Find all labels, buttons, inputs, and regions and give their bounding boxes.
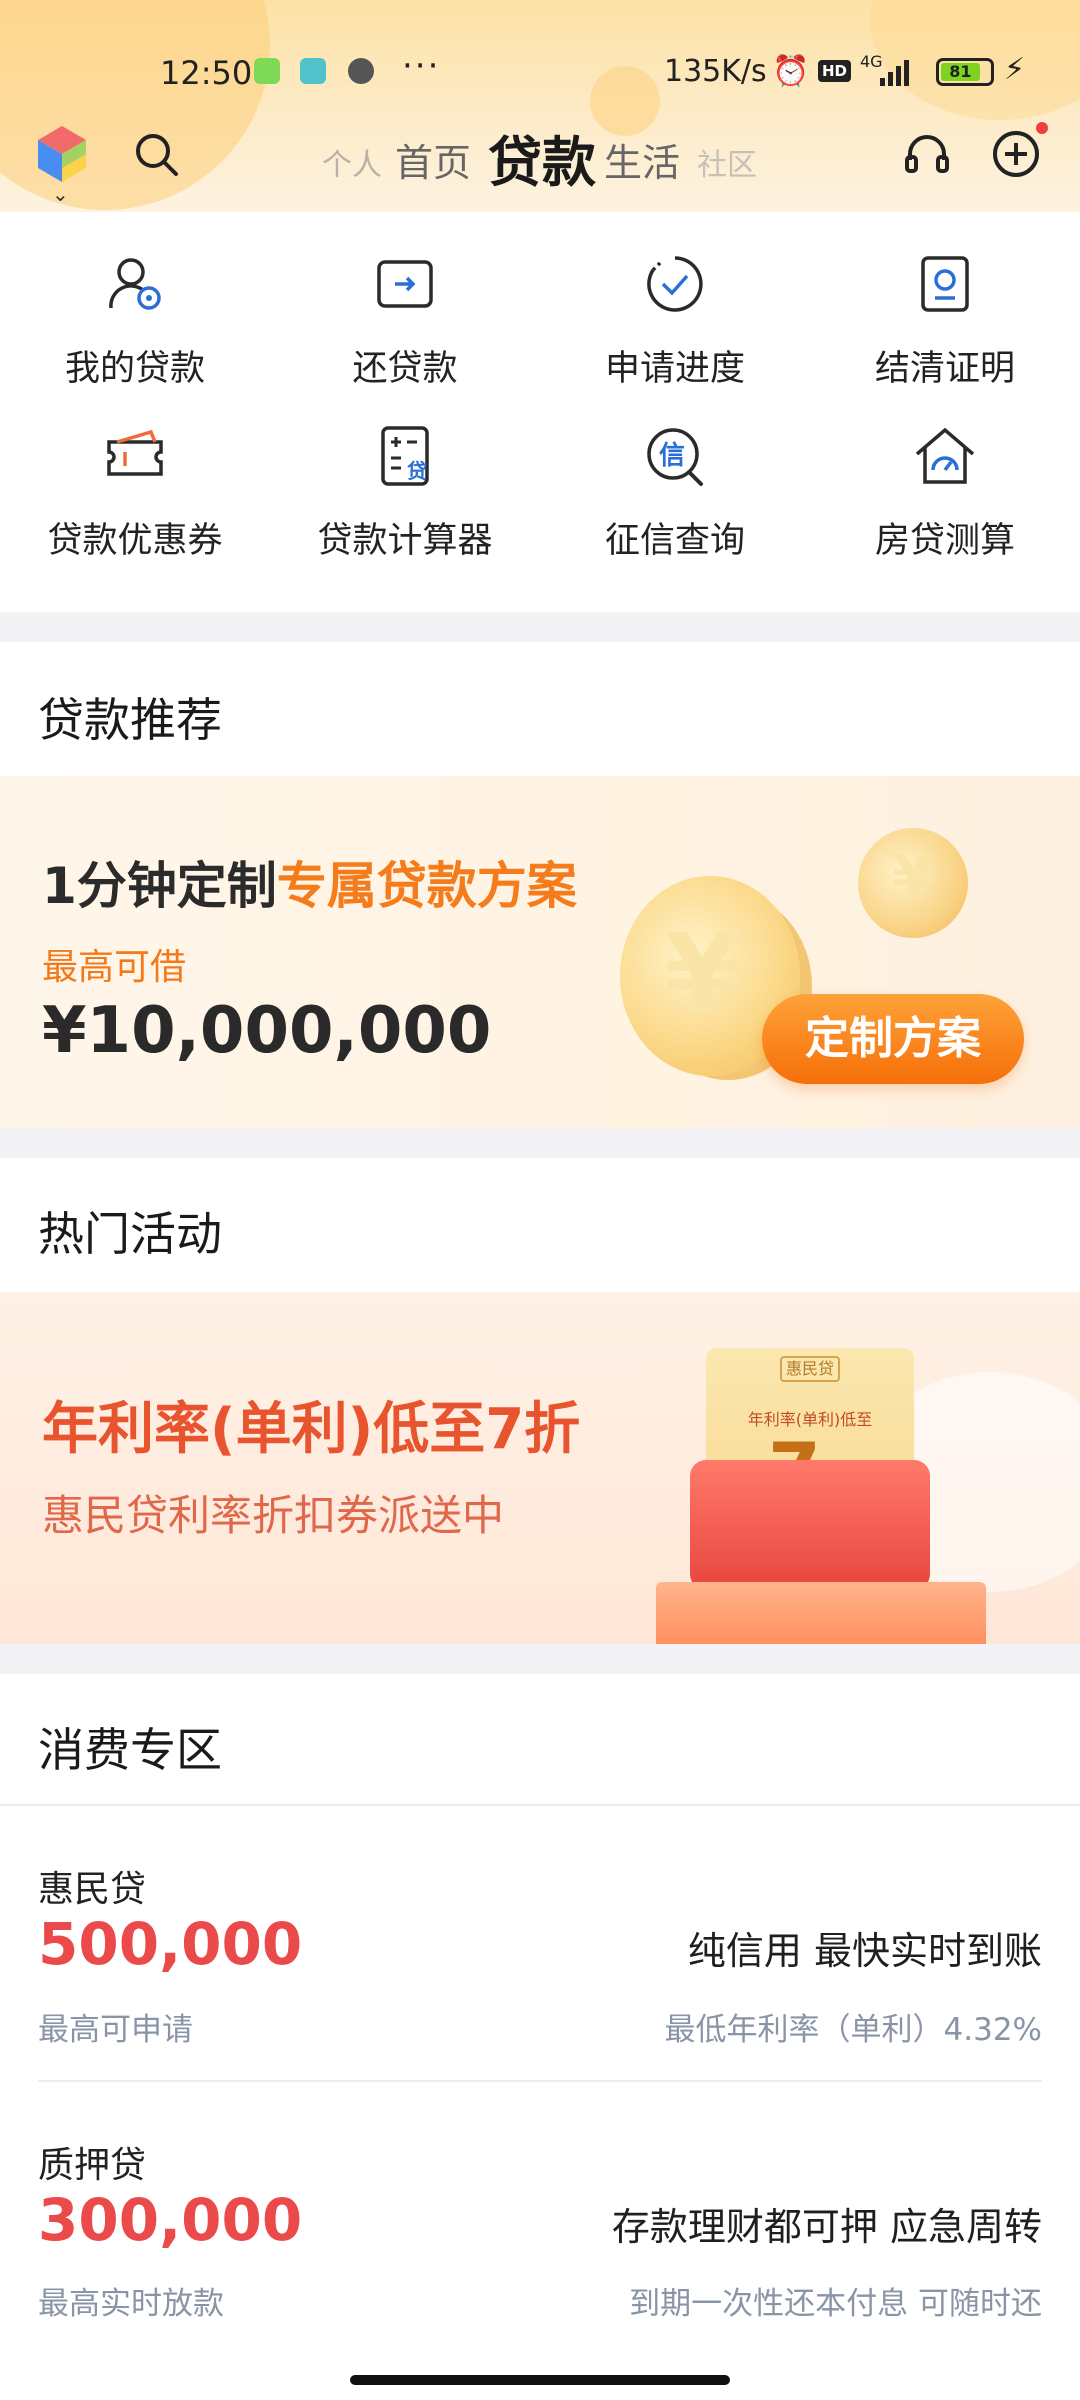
max-borrow-amount: ¥10,000,000 xyxy=(42,994,492,1068)
consumption-section: 消费专区 惠民贷 500,000 最高可申请 纯信用 最快实时到账 最低年利率（… xyxy=(0,1674,1080,2400)
coupon-tag: 惠民贷 xyxy=(780,1356,840,1382)
wechat-notification-icon xyxy=(300,58,326,84)
quick-credit-query[interactable]: 信 征信查询 xyxy=(540,384,810,561)
svg-text:贷: 贷 xyxy=(407,459,427,483)
list-item-pledge-loan[interactable]: 质押贷 300,000 最高实时放款 存款理财都可押 应急周转 到期一次性还本付… xyxy=(0,2082,1080,2358)
progress-check-icon xyxy=(647,256,703,312)
product-rate: 到期一次性还本付息 可随时还 xyxy=(629,2286,1042,2322)
product-feature: 纯信用 最快实时到账 xyxy=(687,1929,1042,1973)
quick-actions-grid: 我的贷款 还贷款 申请进度 结清证明 贷款优惠券 贷 贷款计算器 信 征信查询 … xyxy=(0,212,1080,612)
recommend-banner[interactable]: 1分钟定制专属贷款方案 最高可借 ¥10,000,000 ¥ ¥ 定制方案 xyxy=(0,776,1080,1128)
product-name: 惠民贷 xyxy=(38,1869,147,1910)
home-indicator[interactable] xyxy=(350,2375,730,2385)
top-nav: ⌄ 个人 首页 贷款 生活 社区 xyxy=(0,112,1080,206)
tab-personal[interactable]: 个人 xyxy=(322,140,382,184)
headset-icon[interactable] xyxy=(902,130,952,180)
mortgage-icon xyxy=(915,427,975,484)
activity-banner-title: 年利率(单利)低至7折 xyxy=(42,1397,581,1462)
coin-symbol: ¥ xyxy=(892,842,934,912)
product-name: 质押贷 xyxy=(38,2145,147,2186)
quick-loan-coupon[interactable]: 贷款优惠券 xyxy=(0,384,270,561)
quick-label: 征信查询 xyxy=(604,521,745,561)
search-icon[interactable] xyxy=(132,130,180,178)
banner-title-highlight: 专属贷款方案 xyxy=(276,857,577,915)
max-borrow-label: 最高可借 xyxy=(42,947,187,988)
chevron-down-icon[interactable]: ⌄ xyxy=(52,182,69,206)
pedestal-decoration xyxy=(656,1582,986,1644)
alarm-icon: ⏰ xyxy=(772,54,810,89)
signal-bars-icon xyxy=(880,56,909,86)
red-envelope-icon xyxy=(690,1460,930,1590)
charging-icon: ⚡ xyxy=(1004,52,1026,87)
status-time: 12:50 xyxy=(160,54,253,92)
product-rate: 最低年利率（单利）4.32% xyxy=(664,2012,1042,2048)
certificate-icon xyxy=(921,256,969,312)
activity-banner-subtitle: 惠民贷利率折扣券派送中 xyxy=(42,1491,505,1540)
list-item-huimindai[interactable]: 惠民贷 500,000 最高可申请 纯信用 最快实时到账 最低年利率（单利）4.… xyxy=(0,1804,1080,2080)
battery-icon: 81 xyxy=(936,58,994,86)
app-notification-icon xyxy=(254,58,280,84)
customize-plan-button[interactable]: 定制方案 xyxy=(762,994,1024,1084)
quick-loan-calculator[interactable]: 贷 贷款计算器 xyxy=(270,384,540,561)
app-header: 12:50 ··· 135K/s ⏰ HD 4G 81 ⚡ ⌄ 个人 首页 贷款 xyxy=(0,0,1080,212)
activity-title: 热门活动 xyxy=(38,1207,222,1261)
tab-community[interactable]: 社区 xyxy=(697,140,757,184)
tab-loan[interactable]: 贷款 xyxy=(488,118,596,197)
hd-badge: HD xyxy=(818,60,852,82)
quick-application-progress[interactable]: 申请进度 xyxy=(540,212,810,389)
svg-text:信: 信 xyxy=(659,441,685,471)
product-amount: 300,000 xyxy=(38,2186,303,2254)
activity-banner[interactable]: 年利率(单利)低至7折 惠民贷利率折扣券派送中 惠民贷 年利率(单利)低至 7 … xyxy=(0,1292,1080,1644)
consumption-title: 消费专区 xyxy=(38,1723,222,1777)
product-feature: 存款理财都可押 应急周转 xyxy=(611,2205,1042,2249)
credit-query-icon: 信 xyxy=(647,428,703,486)
tab-life[interactable]: 生活 xyxy=(604,132,680,187)
user-plus-icon xyxy=(109,258,161,310)
tab-home[interactable]: 首页 xyxy=(395,132,471,187)
status-bar: 12:50 ··· 135K/s ⏰ HD 4G 81 ⚡ xyxy=(0,44,1080,104)
app-logo-icon[interactable] xyxy=(36,124,88,184)
quick-my-loans[interactable]: 我的贷款 xyxy=(0,212,270,389)
add-icon[interactable] xyxy=(990,128,1042,180)
game-notification-icon xyxy=(348,58,374,84)
calculator-icon: 贷 xyxy=(381,426,429,486)
product-amount-label: 最高可申请 xyxy=(38,2012,193,2048)
repay-icon xyxy=(377,260,433,308)
more-notifications-icon: ··· xyxy=(402,46,441,86)
quick-repay[interactable]: 还贷款 xyxy=(270,212,540,389)
coin-symbol: ¥ xyxy=(664,910,741,1038)
quick-mortgage-estimate[interactable]: 房贷测算 xyxy=(810,384,1080,561)
battery-level: 81 xyxy=(941,63,980,81)
quick-settlement-certificate[interactable]: 结清证明 xyxy=(810,212,1080,389)
banner-title: 1分钟定制专属贷款方案 xyxy=(42,846,577,918)
product-amount: 500,000 xyxy=(38,1910,303,1978)
recommend-title: 贷款推荐 xyxy=(38,693,222,747)
quick-label: 贷款优惠券 xyxy=(47,521,223,561)
net-speed: 135K/s xyxy=(664,54,767,89)
quick-label: 贷款计算器 xyxy=(317,521,493,561)
coin-icon: ¥ xyxy=(858,828,968,938)
quick-label: 房贷测算 xyxy=(874,521,1015,561)
coupon-icon xyxy=(107,429,163,476)
notification-dot xyxy=(1036,122,1048,134)
banner-title-prefix: 1分钟定制 xyxy=(42,857,277,915)
product-amount-label: 最高实时放款 xyxy=(38,2286,224,2322)
